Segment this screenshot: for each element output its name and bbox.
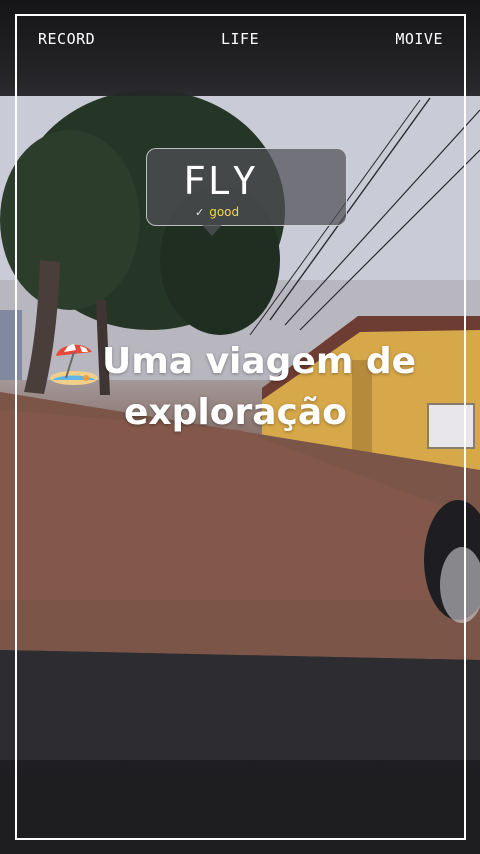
caption-line-1-text: Uma viagem de (102, 341, 417, 382)
nav-moive[interactable]: MOIVE (395, 30, 443, 48)
check-icon: ✓ (195, 206, 205, 219)
nav-life[interactable]: LIFE (221, 30, 259, 48)
sticker-subtitle-text: good (209, 205, 240, 219)
fly-sticker: FLY ✓ good (146, 148, 347, 236)
caption-line-1: Uma viagem de (46, 336, 466, 387)
nav-record[interactable]: RECORD (38, 30, 95, 48)
beach-umbrella-icon (50, 343, 98, 385)
sticker-subtitle: ✓ good (195, 205, 239, 219)
caption-line-2: exploração (124, 392, 347, 433)
sticker-title: FLY (183, 159, 258, 203)
caption: Uma viagem de exploração (46, 336, 466, 438)
top-nav: RECORD LIFE MOIVE (0, 30, 480, 52)
